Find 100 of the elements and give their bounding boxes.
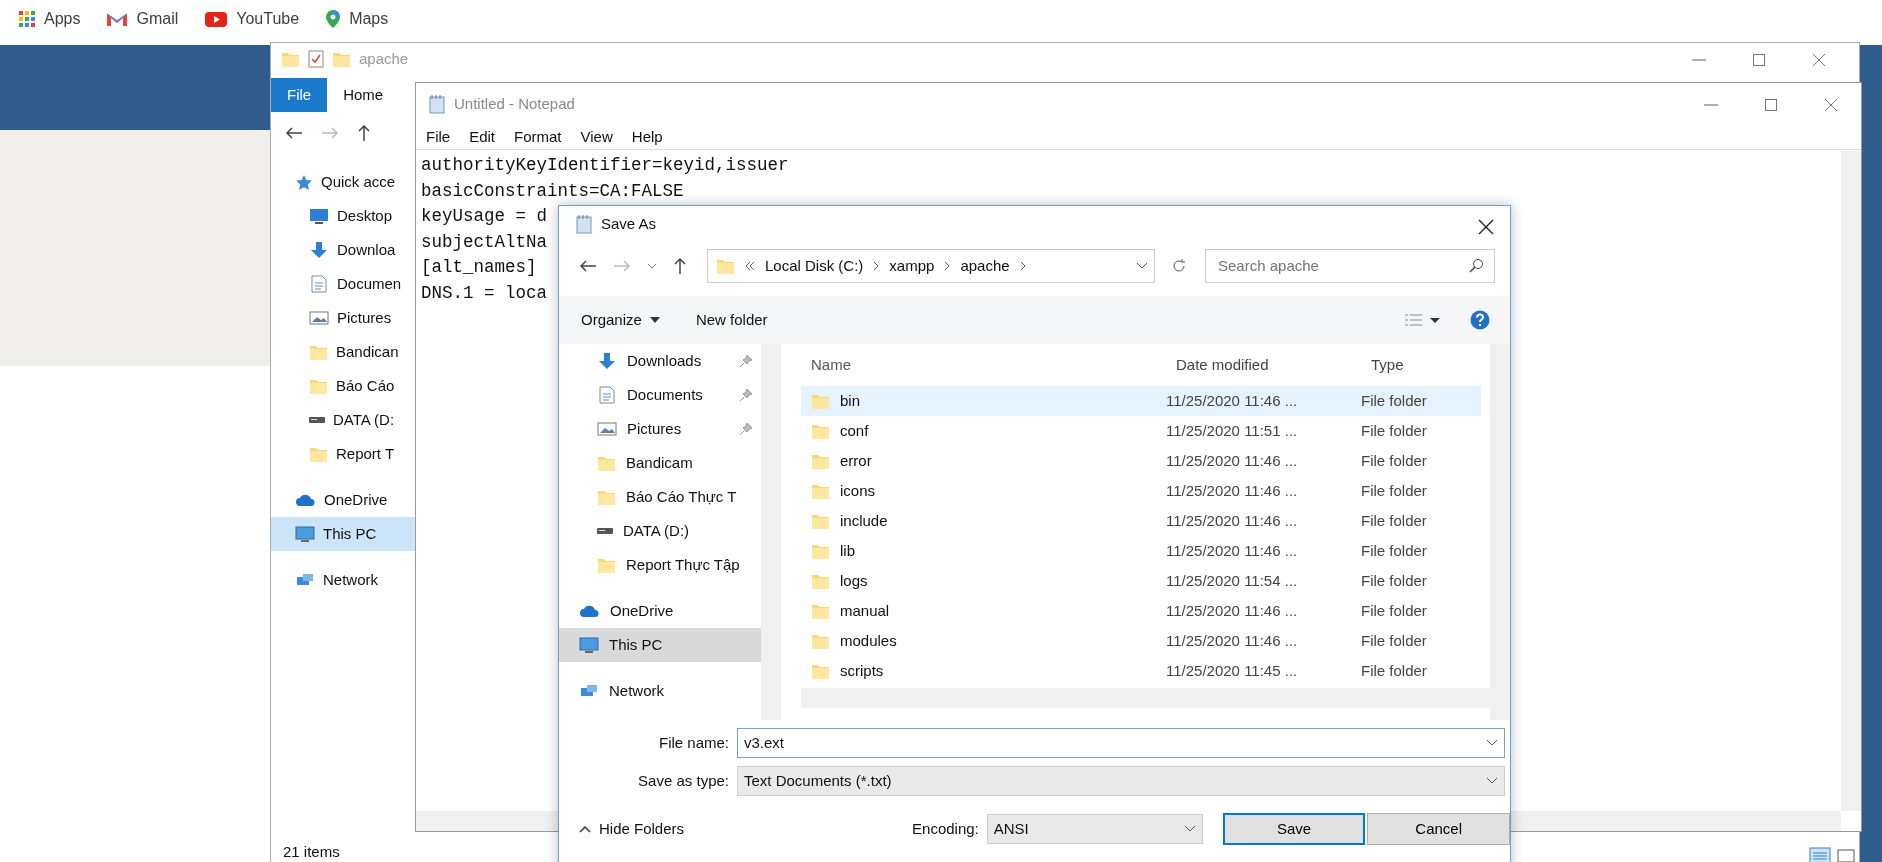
nav-item[interactable]: Report T [271, 437, 416, 471]
menu-item[interactable]: File [426, 125, 451, 149]
nav-item[interactable]: Documen [271, 267, 416, 301]
back-icon[interactable] [285, 126, 303, 140]
dropdown-icon [1183, 825, 1196, 833]
nav-item[interactable]: DATA (D:) [559, 514, 761, 548]
bookmark-link[interactable]: YouTube [204, 7, 300, 31]
organize-menu[interactable]: Organize [581, 308, 660, 332]
nav-item[interactable]: OneDrive [271, 483, 416, 517]
nav-item[interactable]: This PC [559, 628, 761, 662]
file-row[interactable]: modules 11/25/2020 11:46 ... File folder [801, 626, 1481, 656]
nav-item[interactable]: Quick acce [271, 165, 416, 199]
nav-item[interactable]: This PC [271, 517, 416, 551]
double-chevron-icon [745, 261, 755, 271]
nav-item[interactable]: Báo Cáo [271, 369, 416, 403]
up-icon[interactable] [357, 124, 371, 142]
file-name-field[interactable]: v3.ext [737, 728, 1505, 758]
nav-item[interactable]: Bandicam [559, 446, 761, 480]
up-icon[interactable] [673, 257, 687, 275]
nav-item[interactable]: Pictures [271, 301, 416, 335]
forward-icon[interactable] [321, 126, 339, 140]
nav-item[interactable]: Downloa [271, 233, 416, 267]
close-icon [1824, 97, 1838, 112]
date-cell-text: 11/25/2020 11:46 ... [1166, 510, 1299, 531]
cancel-button[interactable]: Cancel [1367, 813, 1510, 845]
forward-icon[interactable] [613, 259, 631, 273]
file-row[interactable]: scripts 11/25/2020 11:45 ... File folder [801, 656, 1481, 686]
date-cell-text: 11/25/2020 11:46 ... [1166, 540, 1299, 561]
help-icon[interactable] [1470, 310, 1490, 330]
chevron-icon [1019, 261, 1026, 271]
large-icons-view-icon[interactable] [1835, 847, 1857, 862]
nav-item[interactable]: DATA (D: [271, 403, 416, 437]
minimize-icon [1704, 103, 1718, 106]
address-bar[interactable]: Local Disk (C:) xampp apache [707, 249, 1155, 283]
folder-icon [811, 572, 830, 590]
nav-item[interactable]: Network [271, 563, 416, 597]
details-view-icon[interactable] [1809, 847, 1831, 862]
save-type-field[interactable]: Text Documents (*.txt) [737, 766, 1505, 796]
nav-item[interactable]: Network [559, 674, 761, 708]
document-icon [597, 386, 617, 404]
back-icon[interactable] [579, 259, 597, 273]
menu-item[interactable]: Help [631, 125, 663, 149]
file-row[interactable]: bin 11/25/2020 11:46 ... File folder [801, 386, 1481, 416]
folder-icon [309, 445, 328, 463]
view-options-icon[interactable] [1404, 313, 1440, 327]
nav-item[interactable]: Pictures [559, 412, 761, 446]
file-row[interactable]: icons 11/25/2020 11:46 ... File folder [801, 476, 1481, 506]
nav-item[interactable]: Bandican [271, 335, 416, 369]
nav-item[interactable]: OneDrive [559, 594, 761, 628]
folder-icon [597, 488, 616, 506]
save-button[interactable]: Save [1222, 813, 1366, 845]
search-box[interactable]: Search apache [1205, 249, 1495, 283]
nav-item[interactable]: Downloads [559, 344, 761, 378]
refresh-icon[interactable] [1171, 258, 1187, 274]
mail-icon [106, 10, 129, 28]
breadcrumb-item[interactable]: Local Disk (C:) [765, 254, 864, 278]
chevron-icon [873, 261, 880, 271]
caret-icon [649, 317, 660, 323]
vertical-scrollbar[interactable] [1841, 151, 1861, 811]
nav-item[interactable]: Documents [559, 378, 761, 412]
file-row[interactable]: manual 11/25/2020 11:46 ... File folder [801, 596, 1481, 626]
close-icon [1812, 52, 1826, 67]
file-row[interactable]: logs 11/25/2020 11:54 ... File folder [801, 566, 1481, 596]
menu-item[interactable]: View [580, 125, 613, 149]
file-row[interactable]: include 11/25/2020 11:46 ... File folder [801, 506, 1481, 536]
vertical-scrollbar[interactable] [1490, 344, 1510, 720]
bookmark-link[interactable]: Apps [18, 7, 81, 31]
date-cell-text: 11/25/2020 11:46 ... [1166, 630, 1299, 651]
file-row[interactable]: lib 11/25/2020 11:46 ... File folder [801, 536, 1481, 566]
file-row[interactable]: conf 11/25/2020 11:51 ... File folder [801, 416, 1481, 446]
ribbon-tab[interactable]: File [271, 77, 328, 113]
column-header[interactable]: Date modified [1166, 353, 1361, 377]
breadcrumb-item[interactable]: xampp [889, 254, 935, 278]
bookmark-link[interactable]: Maps [325, 7, 389, 31]
column-header[interactable]: Type [1361, 353, 1481, 377]
nav-item[interactable]: Desktop [271, 199, 416, 233]
nav-item[interactable]: Report Thực Tập [559, 548, 761, 582]
dropdown-icon[interactable] [647, 262, 657, 270]
type-cell-text: File folder [1361, 540, 1428, 561]
new-folder-button[interactable]: New folder [695, 308, 768, 332]
ribbon-tab[interactable]: Home [331, 77, 396, 113]
file-name: conf [840, 420, 869, 441]
type-cell-text: File folder [1361, 630, 1428, 651]
vertical-scrollbar[interactable] [761, 344, 781, 720]
column-header[interactable]: Name [801, 353, 1166, 377]
folder-icon [811, 632, 830, 650]
star-icon [295, 173, 313, 191]
nav-item[interactable]: Báo Cáo Thực T [559, 480, 761, 514]
file-name: bin [840, 390, 861, 411]
file-row[interactable]: error 11/25/2020 11:46 ... File folder [801, 446, 1481, 476]
close-icon [1478, 219, 1494, 236]
file-name: lib [840, 540, 855, 561]
menu-item[interactable]: Format [514, 125, 562, 149]
breadcrumb-item[interactable]: apache [960, 254, 1010, 278]
bookmark-link[interactable]: Gmail [106, 7, 179, 31]
menu-item[interactable]: Edit [469, 125, 496, 149]
encoding-dropdown[interactable]: ANSI [986, 814, 1203, 844]
hide-folders-button[interactable]: Hide Folders [579, 817, 685, 841]
search-field[interactable]: Search apache [1216, 253, 1468, 279]
apps-icon [18, 10, 36, 28]
